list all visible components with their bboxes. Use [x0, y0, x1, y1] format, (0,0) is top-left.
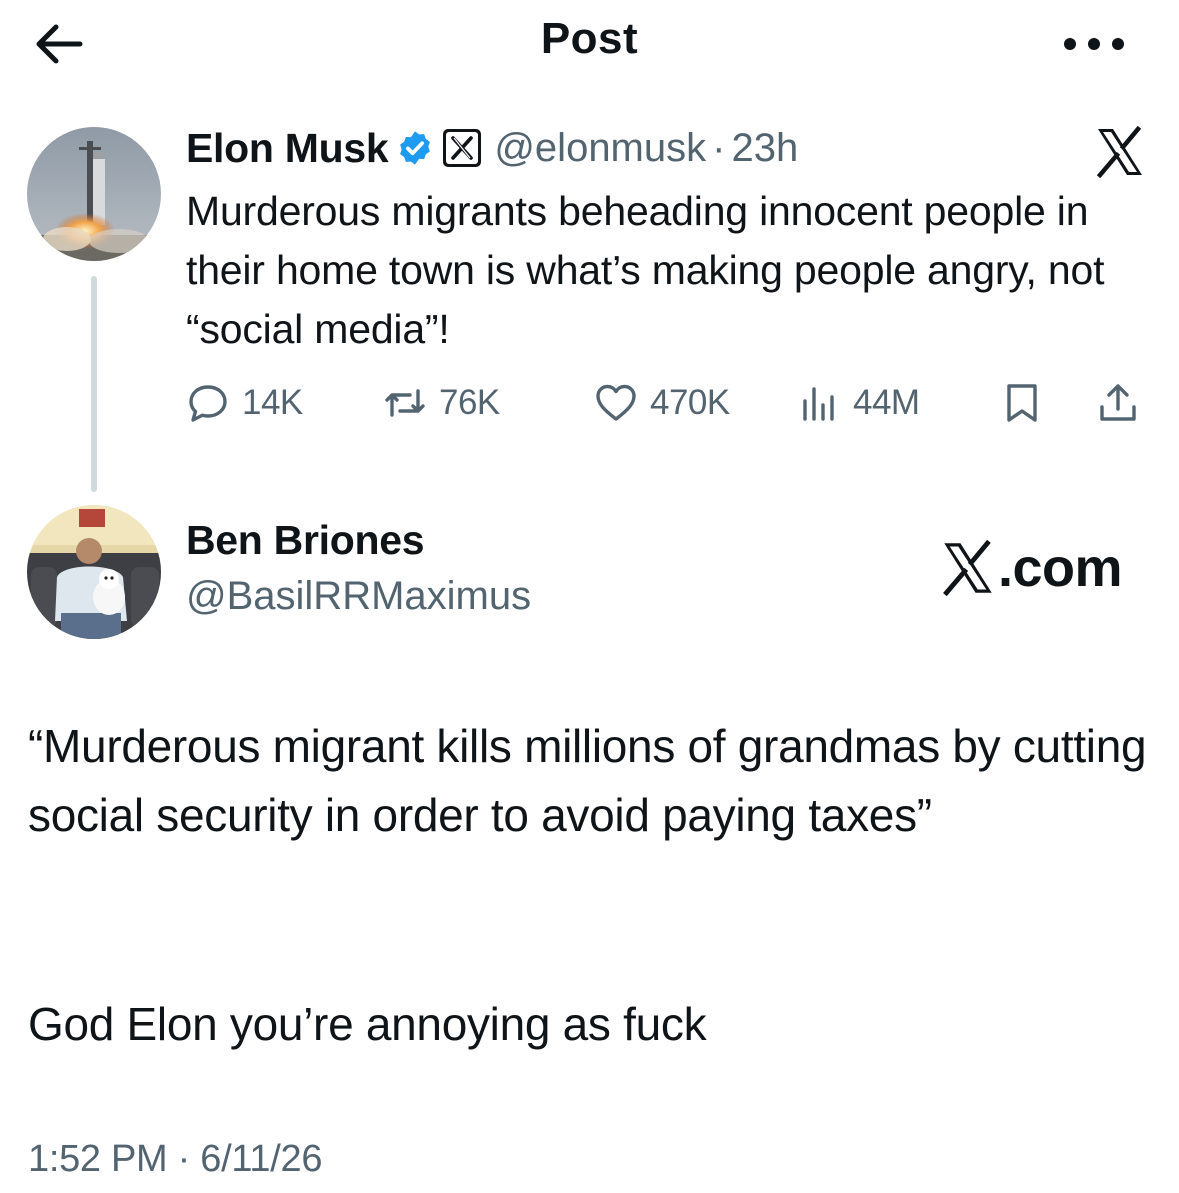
reply-author-handle[interactable]: @BasilRRMaximus [186, 574, 531, 619]
verified-badge-icon [400, 131, 431, 165]
like-button[interactable]: 470K [594, 378, 730, 428]
repost-button[interactable]: 76K [383, 378, 500, 428]
post-timestamp[interactable]: 1:52 PM · 6/11/26 [28, 1138, 322, 1181]
reply-bubble-icon [189, 385, 227, 422]
bookmark-button[interactable] [1000, 378, 1044, 428]
view-count: 44M [853, 383, 920, 422]
rocket-launch-avatar-image [27, 127, 161, 261]
reply-text-comment: God Elon you’re annoying as fuck [28, 998, 707, 1050]
reply-count: 14K [242, 383, 303, 422]
heart-icon [596, 384, 636, 421]
tweet-text: Murderous migrants beheading innocent pe… [186, 188, 1105, 352]
x-com-watermark-text: .com [998, 538, 1123, 598]
reply-button[interactable]: 14K [186, 378, 303, 428]
repost-count: 76K [439, 383, 500, 422]
repost-icon [385, 389, 425, 417]
relative-timestamp[interactable]: 23h [731, 126, 798, 171]
reply-text-quote: “Murderous migrant kills millions of gra… [28, 720, 1147, 841]
reply-author-name[interactable]: Ben Briones [186, 517, 425, 564]
more-options-button[interactable] [1058, 26, 1130, 62]
views-button[interactable]: 44M [797, 378, 920, 428]
avatar[interactable] [27, 505, 161, 639]
thread-connector-line [91, 276, 97, 492]
bookmark-icon [1007, 384, 1037, 422]
page-title: Post [540, 14, 639, 63]
avatar[interactable] [27, 127, 161, 261]
author-handle[interactable]: @elonmusk [494, 126, 706, 171]
like-count: 470K [650, 383, 730, 422]
separator-dot: · [712, 125, 726, 170]
analytics-bars-icon [803, 387, 834, 421]
tweet-header: Elon Musk @elonmusk · 23h [186, 118, 798, 178]
man-with-dog-avatar-image [27, 505, 161, 639]
x-com-watermark: .com [940, 538, 1123, 598]
author-name[interactable]: Elon Musk [186, 125, 389, 172]
x-affiliate-badge-icon [443, 129, 482, 167]
more-horizontal-icon [1064, 38, 1124, 50]
share-upload-icon [1100, 384, 1136, 421]
x-logo-icon [943, 540, 992, 596]
top-bar: Post [0, 0, 1179, 90]
share-button[interactable] [1096, 378, 1140, 428]
x-logo-icon [1096, 126, 1142, 178]
